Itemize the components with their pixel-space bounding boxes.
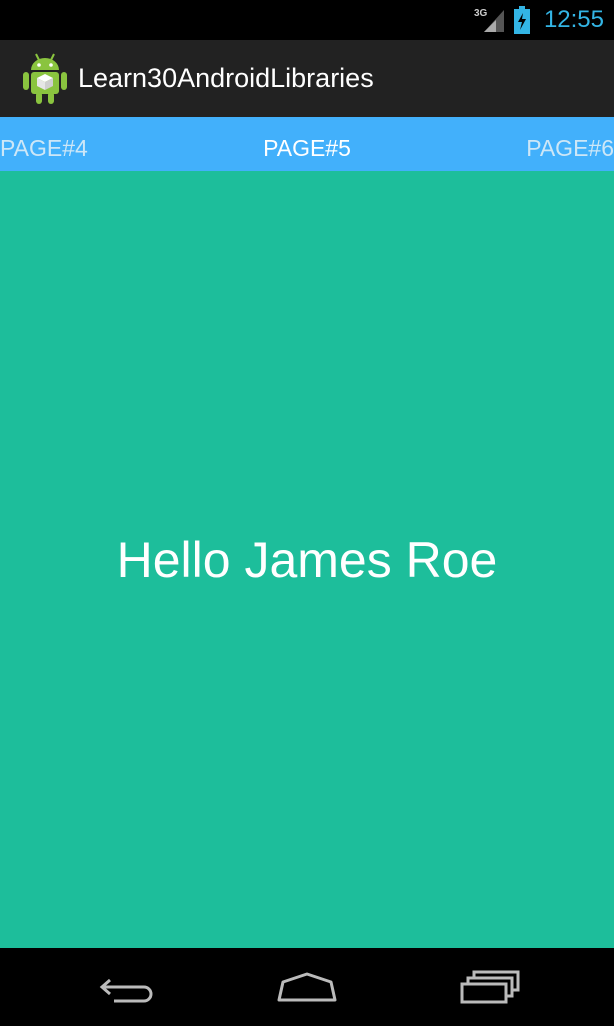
page-content[interactable]: Hello James Roe bbox=[0, 171, 614, 948]
home-icon[interactable] bbox=[267, 962, 347, 1012]
battery-charging-icon bbox=[514, 6, 530, 34]
greeting-text: Hello James Roe bbox=[116, 532, 498, 588]
tab-page-6[interactable]: PAGE#6 bbox=[526, 117, 614, 171]
back-icon[interactable] bbox=[88, 962, 168, 1012]
navigation-bar bbox=[0, 948, 614, 1026]
android-robot-icon[interactable] bbox=[22, 52, 68, 106]
action-bar: Learn30AndroidLibraries bbox=[0, 40, 614, 117]
signal-icon bbox=[484, 10, 504, 32]
app-title: Learn30AndroidLibraries bbox=[78, 63, 374, 93]
recents-icon[interactable] bbox=[448, 962, 528, 1012]
tab-page-5[interactable]: PAGE#5 bbox=[0, 117, 614, 171]
pager-tab-strip: PAGE#4 PAGE#5 PAGE#6 bbox=[0, 117, 614, 171]
status-bar: 3G 12:55 bbox=[0, 0, 614, 40]
clock: 12:55 bbox=[543, 6, 604, 33]
